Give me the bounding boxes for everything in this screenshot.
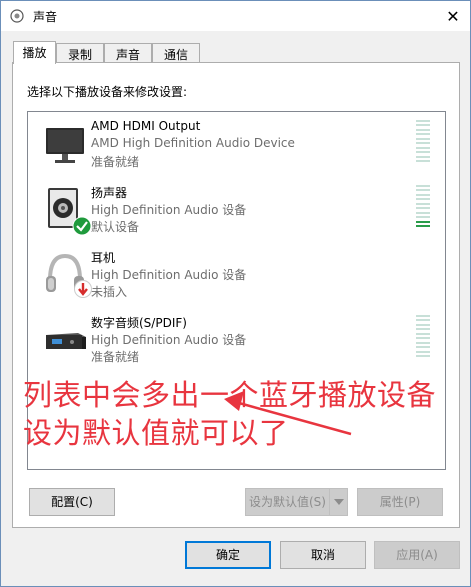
apply-button[interactable]: 应用(A) [374,541,460,569]
cancel-button[interactable]: 取消 [280,541,366,569]
annotation-line-2: 设为默认值就可以了 [23,416,289,450]
annotation-text: 列表中会多出一个蓝牙播放设备 设为默认值就可以了 [23,376,436,452]
annotation-line-1: 列表中会多出一个蓝牙播放设备 [23,378,437,412]
sound-dialog: 声音 ✕ 播放 录制 声音 通信 选择以下播放设备来修改设置: AMD HDMI… [0,0,471,587]
tab-playback[interactable]: 播放 [13,41,56,64]
annotation-arrow [224,391,352,436]
ok-button[interactable]: 确定 [185,541,271,569]
